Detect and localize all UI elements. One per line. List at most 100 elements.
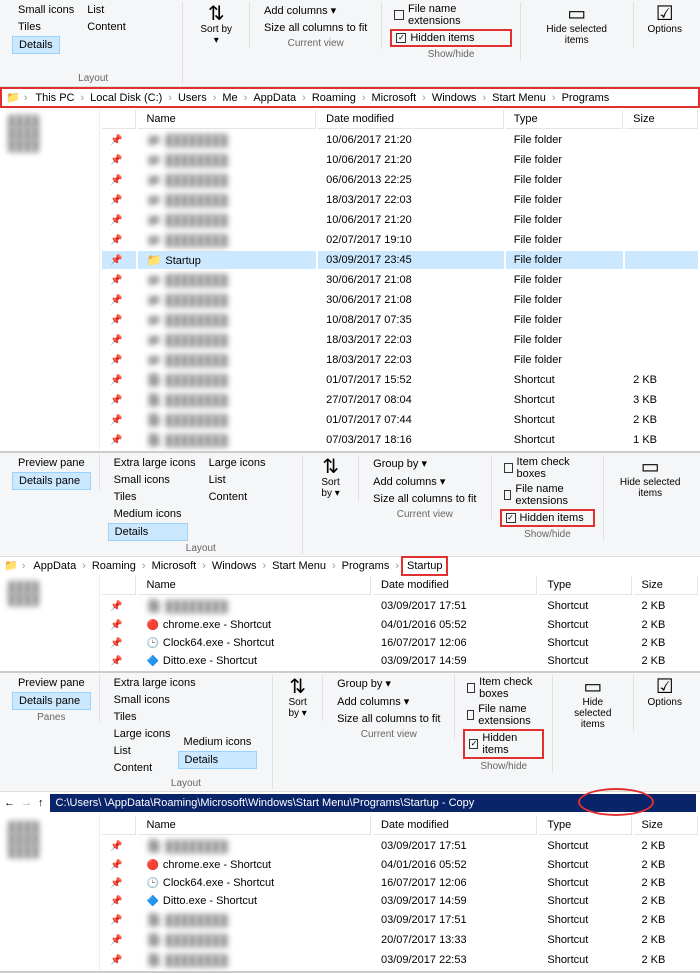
table-row[interactable]: 📌████████20/07/2017 13:33Shortcut2 KB (102, 931, 698, 949)
tiles-btn[interactable]: Tiles (108, 489, 202, 505)
breadcrumb-segment[interactable]: This PC (31, 90, 78, 106)
extra-large-icons-btn[interactable]: Extra large icons (108, 455, 202, 471)
table-row[interactable]: 📌████████10/06/2017 21:20File folder (102, 151, 698, 169)
table-row[interactable]: 📌████████03/09/2017 17:51Shortcut2 KB (102, 911, 698, 929)
table-row[interactable]: 📌Startup03/09/2017 23:45File folder (102, 251, 698, 269)
back-icon[interactable]: ← (4, 797, 15, 809)
col-name[interactable]: Name (138, 110, 316, 129)
table-row[interactable]: 📌Clock64.exe - Shortcut16/07/2017 12:06S… (102, 635, 698, 651)
pin-icon: 📌 (110, 355, 128, 366)
file-ext-check[interactable]: File name extensions (390, 2, 511, 28)
table-row[interactable]: 📌████████10/06/2017 21:20File folder (102, 211, 698, 229)
details-btn[interactable]: Details (12, 36, 60, 54)
hidden-items-check[interactable]: ✓Hidden items (500, 509, 596, 527)
tiles-btn[interactable]: Tiles (12, 19, 80, 35)
table-row[interactable]: 📌████████27/07/2017 08:04Shortcut3 KB (102, 391, 698, 409)
hide-selected-btn[interactable]: ▭Hide selected items (612, 455, 688, 501)
options-btn[interactable]: ☑ Options (642, 2, 688, 37)
nav-tree[interactable]: ████████████ (0, 108, 100, 451)
breadcrumb-1[interactable]: 📁› This PC›Local Disk (C:)›Users›Me›AppD… (0, 87, 700, 108)
table-row[interactable]: 📌████████18/03/2017 22:03File folder (102, 351, 698, 369)
nav-tree[interactable]: ████████ (0, 574, 100, 671)
sort-by-btn[interactable]: ⇅ Sort by ▾ (191, 2, 241, 48)
item-check-boxes[interactable]: Item check boxes (500, 455, 596, 481)
table-row[interactable]: 📌████████10/08/2017 07:35File folder (102, 311, 698, 329)
table-row[interactable]: 📌████████18/03/2017 22:03File folder (102, 331, 698, 349)
group-by-btn[interactable]: Group by ▾ (367, 455, 482, 472)
up-icon[interactable]: ↑ (38, 797, 44, 809)
table-row[interactable]: 📌████████10/06/2017 21:20File folder (102, 131, 698, 149)
breadcrumb-segment[interactable]: Windows (208, 558, 261, 574)
list-btn[interactable]: List (81, 2, 132, 18)
breadcrumb-2[interactable]: 📁› AppData›Roaming›Microsoft›Windows›Sta… (0, 557, 700, 574)
col-type[interactable]: Type (506, 110, 623, 129)
col-date[interactable]: Date modified (318, 110, 504, 129)
options-btn[interactable]: ☑Options (642, 675, 688, 710)
size-all-btn[interactable]: Size all columns to fit (367, 491, 482, 507)
breadcrumb-segment[interactable]: Windows (428, 90, 481, 106)
content-btn[interactable]: Content (81, 19, 132, 35)
breadcrumb-segment[interactable]: AppData (249, 90, 300, 106)
table-row[interactable]: 📌████████07/03/2017 18:16Shortcut1 KB (102, 431, 698, 449)
hide-icon: ▭ (567, 4, 586, 24)
table-row[interactable]: 📌████████18/03/2017 22:03File folder (102, 191, 698, 209)
sort-icon: ⇅ (208, 4, 225, 24)
table-row[interactable]: 📌████████06/06/2013 22:25File folder (102, 171, 698, 189)
table-row[interactable]: 📌████████30/06/2017 21:08File folder (102, 271, 698, 289)
medium-icons-btn[interactable]: Medium icons (108, 506, 188, 522)
table-row[interactable]: 📌Ditto.exe - Shortcut03/09/2017 14:59Sho… (102, 893, 698, 909)
breadcrumb-segment[interactable]: Users (174, 90, 211, 106)
hide-selected-btn[interactable]: ▭Hide selected items (561, 675, 625, 732)
table-row[interactable]: 📌████████02/07/2017 19:10File folder (102, 231, 698, 249)
table-row[interactable]: 📌████████01/07/2017 15:52Shortcut2 KB (102, 371, 698, 389)
checkbox-icon (394, 10, 404, 20)
add-columns-btn[interactable]: Add columns ▾ (258, 2, 373, 19)
sort-by-btn[interactable]: ⇅Sort by ▾ (281, 675, 314, 721)
size-all-btn[interactable]: Size all columns to fit (258, 20, 373, 36)
list-btn[interactable]: List (203, 472, 272, 488)
breadcrumb-segment[interactable]: Roaming (308, 90, 360, 106)
hidden-items-check[interactable]: ✓Hidden items (463, 729, 544, 759)
address-bar[interactable]: C:\Users\ \AppData\Roaming\Microsoft\Win… (50, 794, 697, 812)
pin-icon: 📌 (110, 841, 128, 852)
large-icons-btn[interactable]: Large icons (203, 455, 272, 471)
add-columns-btn[interactable]: Add columns ▾ (367, 473, 482, 490)
table-row[interactable]: 📌Clock64.exe - Shortcut16/07/2017 12:06S… (102, 875, 698, 891)
breadcrumb-segment[interactable]: Microsoft (148, 558, 201, 574)
details-btn[interactable]: Details (108, 523, 188, 541)
table-row[interactable]: 📌████████03/09/2017 17:51Shortcut2 KB (102, 597, 698, 615)
table-row[interactable]: 📌Ditto.exe - Shortcut03/09/2017 14:59Sho… (102, 653, 698, 669)
breadcrumb-segment[interactable]: Local Disk (C:) (86, 90, 166, 106)
pin-icon: 📌 (110, 915, 128, 926)
table-row[interactable]: 📌████████01/07/2017 07:44Shortcut2 KB (102, 411, 698, 429)
breadcrumb-segment[interactable]: Roaming (88, 558, 140, 574)
table-row[interactable]: 📌chrome.exe - Shortcut04/01/2016 05:52Sh… (102, 617, 698, 633)
table-row[interactable]: 📌████████30/06/2017 21:08File folder (102, 291, 698, 309)
breadcrumb-segment[interactable]: Microsoft (368, 90, 421, 106)
pin-icon: 📌 (110, 375, 128, 386)
small-icons-btn[interactable]: Small icons (12, 2, 80, 18)
breadcrumb-segment[interactable]: Programs (338, 558, 394, 574)
preview-pane-btn[interactable]: Preview pane (12, 675, 91, 691)
forward-icon[interactable]: → (21, 797, 32, 809)
breadcrumb-segment[interactable]: Start Menu (488, 90, 550, 106)
sort-by-btn[interactable]: ⇅Sort by ▾ (311, 455, 350, 501)
breadcrumb-segment[interactable]: Start Menu (268, 558, 330, 574)
breadcrumb-segment[interactable]: Me (218, 90, 241, 106)
details-pane-btn[interactable]: Details pane (12, 692, 91, 710)
table-row[interactable]: 📌████████03/09/2017 22:53Shortcut2 KB (102, 951, 698, 969)
hide-selected-btn[interactable]: ▭ Hide selected items (529, 2, 625, 48)
small-icons-btn[interactable]: Small icons (108, 472, 202, 488)
breadcrumb-segment[interactable]: AppData (29, 558, 80, 574)
col-size[interactable]: Size (625, 110, 698, 129)
file-ext-check[interactable]: File name extensions (500, 482, 596, 508)
hidden-items-check[interactable]: ✓Hidden items (390, 29, 511, 47)
breadcrumb-segment[interactable]: Startup (401, 556, 448, 576)
preview-pane-btn[interactable]: Preview pane (12, 455, 91, 471)
details-pane-btn[interactable]: Details pane (12, 472, 91, 490)
table-row[interactable]: 📌chrome.exe - Shortcut04/01/2016 05:52Sh… (102, 857, 698, 873)
nav-tree[interactable]: ████████████ (0, 814, 100, 971)
table-row[interactable]: 📌████████03/09/2017 17:51Shortcut2 KB (102, 837, 698, 855)
breadcrumb-segment[interactable]: Programs (558, 90, 614, 106)
content-btn[interactable]: Content (203, 489, 272, 505)
